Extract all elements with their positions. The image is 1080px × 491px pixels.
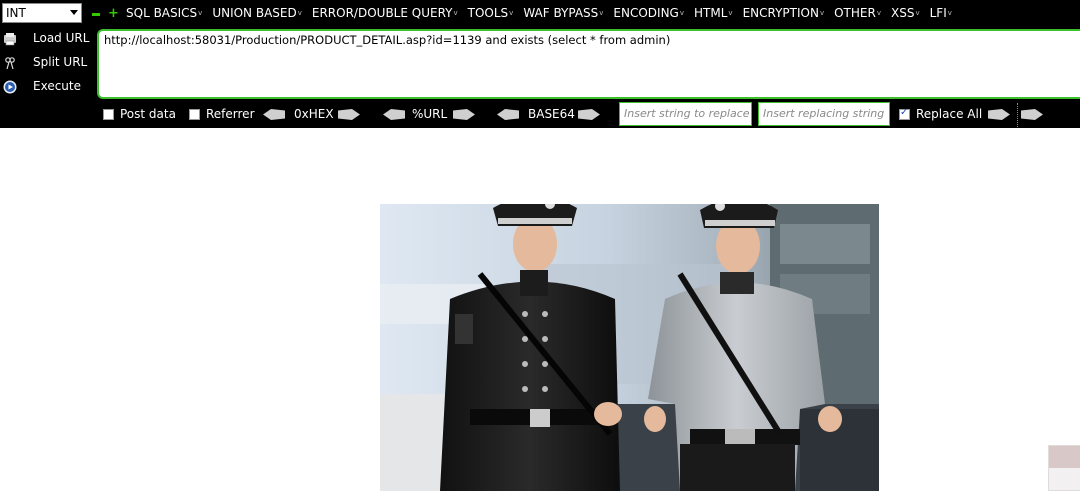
zoom-out-icon[interactable] <box>92 13 100 16</box>
replace-all-checkbox[interactable] <box>899 107 910 120</box>
replace-all-arrow-icon[interactable] <box>1021 109 1043 120</box>
menu-html[interactable]: HTMLv <box>694 6 733 20</box>
hex-decode-arrow-icon[interactable] <box>263 109 285 120</box>
url-decode-arrow-icon[interactable] <box>383 109 405 120</box>
split-url-button[interactable]: Split URL <box>0 52 95 74</box>
replace-from-placeholder: Insert string to replace <box>624 107 750 120</box>
execute-label: Execute <box>33 79 81 93</box>
menu-encryption[interactable]: ENCRYPTIONv <box>743 6 825 20</box>
replace-to-input[interactable]: Insert replacing string <box>758 102 890 126</box>
menu-lfi[interactable]: LFIv <box>930 6 952 20</box>
bell-icon <box>1049 446 1080 468</box>
load-url-button[interactable]: Load URL <box>0 28 95 50</box>
post-data-checkbox[interactable] <box>103 109 114 120</box>
url-input[interactable]: http://localhost:58031/Production/PRODUC… <box>97 29 1080 99</box>
url-value: http://localhost:58031/Production/PRODUC… <box>104 33 671 47</box>
security-uniforms-illustration <box>380 204 879 491</box>
referrer-checkbox[interactable] <box>189 109 200 120</box>
hex-encode-arrow-icon[interactable] <box>338 109 360 120</box>
hackbar-toolbar: INT + SQL BASICSv UNION BASEDv ERROR/DOU… <box>0 0 1080 128</box>
hex-label: 0xHEX <box>294 107 334 121</box>
replace-all-label: Replace All <box>916 107 983 121</box>
menu-union-based[interactable]: UNION BASEDv <box>212 6 302 20</box>
url-encode-label: %URL <box>412 107 448 121</box>
menu-xss[interactable]: XSSv <box>891 6 920 20</box>
play-icon <box>3 80 17 94</box>
post-data-label: Post data <box>120 107 176 121</box>
load-url-icon <box>4 33 16 46</box>
referrer-label: Referrer <box>206 107 255 121</box>
replace-to-placeholder: Insert replacing string <box>763 107 885 120</box>
split-url-icon <box>5 57 15 70</box>
separator <box>1017 103 1019 127</box>
menu-bar: SQL BASICSv UNION BASEDv ERROR/DOUBLE QU… <box>126 6 962 20</box>
zoom-in-icon[interactable]: + <box>108 7 119 20</box>
replace-arrow-icon[interactable] <box>988 109 1010 120</box>
page-content <box>0 128 1080 491</box>
menu-row: INT + SQL BASICSv UNION BASEDv ERROR/DOU… <box>0 0 1080 28</box>
menu-encoding[interactable]: ENCODINGv <box>613 6 684 20</box>
split-url-label: Split URL <box>33 55 88 69</box>
injection-type-select[interactable]: INT <box>2 3 82 23</box>
product-image <box>380 204 879 491</box>
menu-error-double-query[interactable]: ERROR/DOUBLE QUERYv <box>312 6 458 20</box>
menu-other[interactable]: OTHERv <box>834 6 881 20</box>
side-floating-widget[interactable] <box>1048 445 1080 491</box>
options-row: Post data Referrer 0xHEX %URL BASE64 Ins… <box>0 101 1080 128</box>
replace-from-input[interactable]: Insert string to replace <box>619 102 752 126</box>
load-url-label: Load URL <box>33 31 90 45</box>
base64-label: BASE64 <box>528 107 575 121</box>
injection-type-value: INT <box>6 6 26 20</box>
menu-waf-bypass[interactable]: WAF BYPASSv <box>523 6 603 20</box>
url-encode-arrow-icon[interactable] <box>453 109 475 120</box>
menu-sql-basics[interactable]: SQL BASICSv <box>126 6 202 20</box>
base64-decode-arrow-icon[interactable] <box>497 109 519 120</box>
chevron-down-icon <box>70 10 78 15</box>
execute-button[interactable]: Execute <box>0 76 95 98</box>
menu-tools[interactable]: TOOLSv <box>468 6 514 20</box>
base64-encode-arrow-icon[interactable] <box>578 109 600 120</box>
